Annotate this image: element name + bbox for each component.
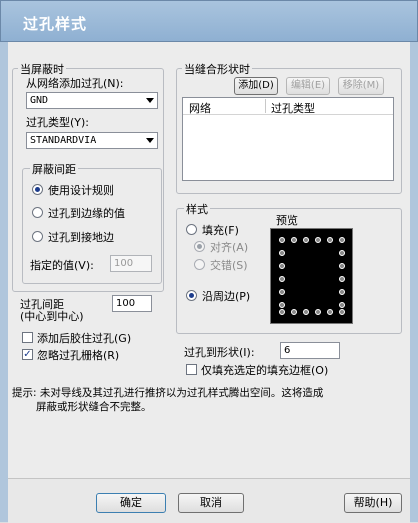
preview-via-dot (315, 309, 321, 315)
chevron-down-icon (146, 138, 154, 143)
dialog-title: 过孔样式 (23, 15, 88, 33)
window-right-border (410, 0, 418, 522)
specified-value-input[interactable]: 100 (110, 255, 152, 272)
shield-spacing-title: 屏蔽间距 (30, 161, 78, 177)
cancel-button[interactable]: 取消 (178, 493, 244, 513)
via-to-edge-radio[interactable] (32, 207, 43, 218)
via-type-combo-value: STANDARDVIA (30, 135, 97, 146)
design-rules-label: 使用设计规则 (48, 184, 114, 197)
preview-via-dot (327, 237, 333, 243)
chevron-down-icon (146, 98, 154, 103)
fill-only-selected-checkbox[interactable] (186, 364, 197, 375)
align-label: 对齐(A) (210, 241, 249, 254)
via-preview (270, 228, 353, 324)
preview-via-dot (339, 250, 345, 256)
remove-button[interactable]: 移除(M) (338, 77, 384, 95)
add-after-glue-checkbox[interactable] (22, 332, 33, 343)
via-to-edge-label: 过孔到边缘的值 (48, 207, 125, 220)
preview-via-dot (291, 237, 297, 243)
net-combo[interactable]: GND (26, 92, 158, 109)
stagger-radio[interactable] (194, 259, 205, 270)
header-divider (183, 114, 393, 115)
preview-via-dot (279, 276, 285, 282)
dialog-body: 当屏蔽时 从网络添加过孔(N): GND 过孔类型(Y): STANDARDVI… (8, 42, 410, 522)
preview-via-dot (303, 309, 309, 315)
preview-via-dot (279, 263, 285, 269)
via-to-ground-label: 过孔到接地边 (48, 231, 114, 244)
ok-button[interactable]: 确定 (96, 493, 166, 513)
hint-line2: 屏蔽或形状缝合不完整。 (36, 401, 152, 413)
via-type-label: 过孔类型(Y): (26, 116, 90, 129)
preview-via-dot (339, 276, 345, 282)
preview-via-dot (279, 289, 285, 295)
preview-via-dot (339, 237, 345, 243)
fill-radio[interactable] (186, 224, 197, 235)
net-combo-value: GND (30, 95, 49, 106)
preview-via-dot (279, 309, 285, 315)
specified-value-label: 指定的值(V): (30, 259, 94, 272)
preview-via-dot (291, 309, 297, 315)
fill-only-selected-label: 仅填充选定的填充边框(O) (201, 364, 329, 377)
align-radio[interactable] (194, 241, 205, 252)
edit-button[interactable]: 编辑(E) (286, 77, 330, 95)
title-bar[interactable]: 过孔样式 (0, 0, 418, 42)
ignore-grid-label: 忽略过孔栅格(R) (37, 349, 120, 362)
preview-via-dot (327, 309, 333, 315)
preview-via-dot (339, 309, 345, 315)
along-edge-radio[interactable] (186, 290, 197, 301)
column-divider (265, 99, 266, 113)
preview-via-dot (315, 237, 321, 243)
preview-via-dot (279, 250, 285, 256)
preview-via-dot (339, 263, 345, 269)
help-button[interactable]: 帮助(H) (344, 493, 402, 513)
design-rules-radio[interactable] (32, 184, 43, 195)
add-button[interactable]: 添加(D) (234, 77, 278, 95)
preview-via-dot (303, 237, 309, 243)
preview-via-dot (339, 289, 345, 295)
stitch-group-title: 当缝合形状时 (182, 61, 252, 77)
preview-via-dot (279, 302, 285, 308)
stitch-list[interactable]: 网络 过孔类型 (182, 97, 394, 181)
window-left-border (0, 0, 8, 522)
via-to-ground-radio[interactable] (32, 231, 43, 242)
add-after-glue-label: 添加后胶住过孔(G) (37, 332, 132, 345)
via-to-shape-label: 过孔到形状(I): (184, 346, 255, 359)
ignore-grid-checkbox[interactable]: ✓ (22, 349, 33, 360)
via-spacing-sublabel: (中心到中心) (20, 310, 84, 323)
preview-label: 预览 (276, 214, 298, 227)
preview-via-dot (279, 237, 285, 243)
stagger-label: 交错(S) (210, 259, 248, 272)
style-group-title: 样式 (184, 201, 210, 217)
along-edge-label: 沿周边(P) (202, 290, 251, 303)
via-spacing-input[interactable]: 100 (112, 295, 152, 312)
preview-via-dot (339, 302, 345, 308)
add-from-net-label: 从网络添加过孔(N): (26, 77, 124, 90)
hint-line1: 提示: 未对导线及其过孔进行推挤以为过孔样式腾出空间。这将造成 (12, 387, 324, 399)
via-to-shape-input[interactable]: 6 (280, 342, 340, 359)
fill-label: 填充(F) (202, 224, 239, 237)
via-type-combo[interactable]: STANDARDVIA (26, 132, 158, 149)
dialog-footer: 确定 取消 帮助(H) (8, 478, 410, 523)
